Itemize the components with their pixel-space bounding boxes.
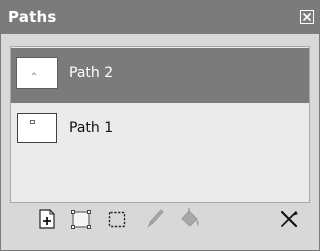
selection-to-path-button[interactable] — [105, 207, 129, 231]
path-row-path-1[interactable]: Path 1 — [11, 103, 309, 158]
close-icon — [302, 12, 312, 22]
path-thumbnail-icon — [30, 120, 35, 124]
path-thumbnail-icon — [31, 72, 37, 76]
path-to-selection-icon — [71, 210, 91, 229]
path-thumbnail — [17, 58, 57, 88]
delete-path-icon — [280, 210, 298, 228]
selection-to-path-icon — [108, 211, 126, 228]
path-to-selection-button[interactable] — [69, 207, 93, 231]
path-label: Path 2 — [69, 65, 114, 81]
panel-title: Paths — [8, 8, 57, 26]
stroke-path-button[interactable] — [143, 207, 167, 231]
new-path-icon — [39, 209, 55, 229]
panel-titlebar[interactable]: Paths — [1, 1, 319, 34]
close-button[interactable] — [300, 10, 314, 24]
delete-path-button[interactable] — [277, 207, 301, 231]
stroke-path-icon — [147, 209, 164, 228]
fill-path-icon — [181, 208, 199, 227]
paths-toolbar — [1, 207, 319, 247]
paths-list: Path 2 Path 1 — [10, 46, 310, 203]
paths-panel: Paths Path 2 Path 1 — [0, 0, 320, 251]
new-path-button[interactable] — [35, 207, 59, 231]
path-row-path-2[interactable]: Path 2 — [11, 48, 309, 103]
path-label: Path 1 — [69, 120, 114, 136]
fill-path-button[interactable] — [178, 207, 202, 231]
path-thumbnail — [17, 113, 57, 143]
